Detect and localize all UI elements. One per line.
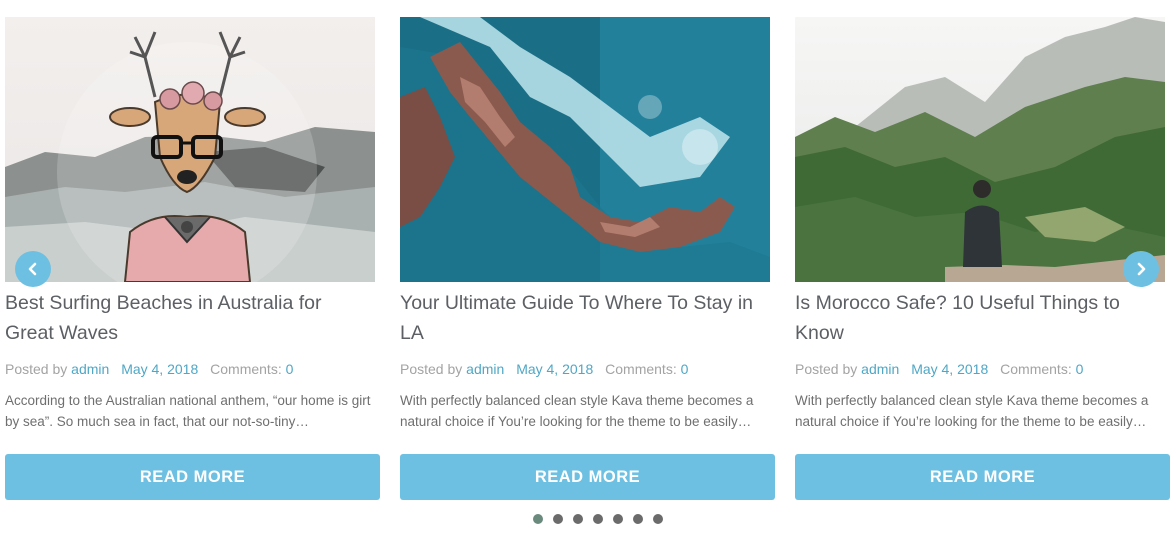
post-meta: Posted by admin May 4, 2018 Comments: 0 bbox=[400, 359, 775, 379]
pagination-dot[interactable] bbox=[553, 514, 563, 524]
pagination-dot[interactable] bbox=[593, 514, 603, 524]
read-more-button[interactable]: READ MORE bbox=[5, 454, 380, 500]
post-title[interactable]: Your Ultimate Guide To Where To Stay in … bbox=[400, 288, 770, 348]
pagination-dot[interactable] bbox=[533, 514, 543, 524]
posted-by-label: Posted by bbox=[400, 361, 463, 377]
pagination-dot[interactable] bbox=[633, 514, 643, 524]
comments-count-link[interactable]: 0 bbox=[681, 361, 689, 377]
post-title[interactable]: Is Morocco Safe? 10 Useful Things to Kno… bbox=[795, 288, 1165, 348]
post-thumbnail-deer-beach[interactable] bbox=[5, 17, 375, 282]
chevron-right-icon bbox=[1137, 262, 1146, 276]
post-card: Is Morocco Safe? 10 Useful Things to Kno… bbox=[795, 17, 1170, 500]
comments-label: Comments: bbox=[1000, 361, 1072, 377]
post-card: Best Surfing Beaches in Australia for Gr… bbox=[5, 17, 380, 500]
post-meta: Posted by admin May 4, 2018 Comments: 0 bbox=[795, 359, 1170, 379]
post-thumbnail-mountain-valley[interactable] bbox=[795, 17, 1165, 282]
chevron-left-icon bbox=[28, 262, 37, 276]
post-card: Your Ultimate Guide To Where To Stay in … bbox=[400, 17, 775, 500]
carousel-pagination bbox=[533, 514, 663, 524]
date-link[interactable]: May 4, 2018 bbox=[121, 361, 198, 377]
post-thumbnail-aerial-coast[interactable] bbox=[400, 17, 770, 282]
post-excerpt: According to the Australian national ant… bbox=[5, 393, 371, 429]
posted-by-label: Posted by bbox=[795, 361, 858, 377]
read-more-button[interactable]: READ MORE bbox=[400, 454, 775, 500]
author-link[interactable]: admin bbox=[466, 361, 504, 377]
post-title[interactable]: Best Surfing Beaches in Australia for Gr… bbox=[5, 288, 375, 348]
post-excerpt: With perfectly balanced clean style Kava… bbox=[400, 393, 754, 429]
date-link[interactable]: May 4, 2018 bbox=[516, 361, 593, 377]
carousel-prev-button[interactable] bbox=[15, 251, 51, 287]
comments-label: Comments: bbox=[605, 361, 677, 377]
comments-count-link[interactable]: 0 bbox=[286, 361, 294, 377]
pagination-dot[interactable] bbox=[573, 514, 583, 524]
pagination-dot[interactable] bbox=[613, 514, 623, 524]
comments-label: Comments: bbox=[210, 361, 282, 377]
read-more-button[interactable]: READ MORE bbox=[795, 454, 1170, 500]
blog-posts-carousel: Best Surfing Beaches in Australia for Gr… bbox=[0, 0, 1170, 548]
author-link[interactable]: admin bbox=[861, 361, 899, 377]
post-meta: Posted by admin May 4, 2018 Comments: 0 bbox=[5, 359, 380, 379]
posted-by-label: Posted by bbox=[5, 361, 68, 377]
post-excerpt: With perfectly balanced clean style Kava… bbox=[795, 393, 1149, 429]
comments-count-link[interactable]: 0 bbox=[1076, 361, 1084, 377]
carousel-next-button[interactable] bbox=[1123, 251, 1159, 287]
author-link[interactable]: admin bbox=[71, 361, 109, 377]
pagination-dot[interactable] bbox=[653, 514, 663, 524]
date-link[interactable]: May 4, 2018 bbox=[911, 361, 988, 377]
